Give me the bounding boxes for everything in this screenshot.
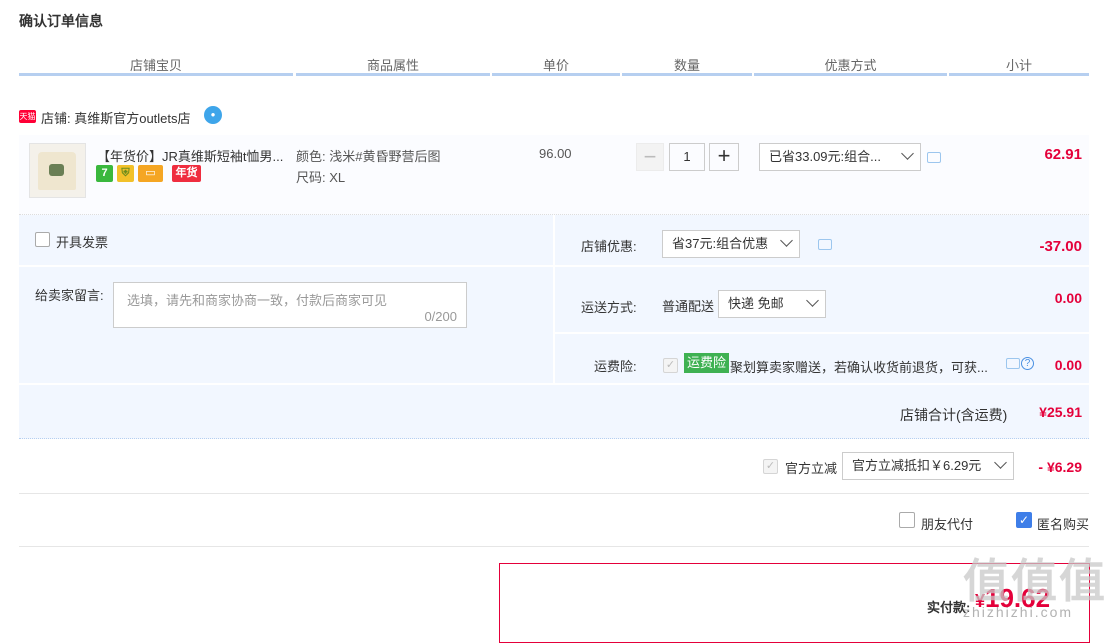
shop-name-link[interactable]: 店铺: 真维斯官方outlets店 <box>41 108 191 127</box>
shop-total-amount: ¥25.91 <box>1039 404 1082 420</box>
nianhuo-badge: 年货 <box>172 165 201 182</box>
panel-divider <box>19 265 553 267</box>
message-char-counter: 0/200 <box>424 309 457 324</box>
shipping-select[interactable]: 快递 免邮 <box>718 290 826 318</box>
tmall-logo-icon: 天猫 <box>19 110 36 123</box>
discount-info-icon[interactable] <box>927 152 941 163</box>
anonymous-label: 匿名购买 <box>1037 517 1090 532</box>
shipping-select-value: 快递 免邮 <box>728 296 784 311</box>
anonymous-checkbox[interactable]: ✓ <box>1016 512 1032 528</box>
item-discount-select[interactable]: 已省33.09元:组合... <box>759 143 921 171</box>
chevron-down-icon <box>901 147 914 160</box>
wangwang-chat-icon[interactable]: ● <box>204 106 222 124</box>
quantity-decrease-button[interactable]: − <box>636 143 664 171</box>
unit-price: 96.00 <box>539 146 572 161</box>
quantity-increase-button[interactable]: + <box>709 143 739 171</box>
shop-discount-label: 店铺优惠: <box>581 239 637 254</box>
page-title: 确认订单信息 <box>19 13 103 29</box>
quantity-input[interactable]: 1 <box>669 143 705 171</box>
column-header-shop-item: 店铺宝贝 <box>129 58 182 73</box>
freight-insurance-text: 聚划算卖家赠送，若确认收货前退货，可获... <box>730 360 988 375</box>
official-discount-value: 官方立减抵扣￥6.29元 <box>852 458 982 473</box>
friend-pay-checkbox[interactable] <box>899 512 915 528</box>
chevron-down-icon <box>806 294 819 307</box>
shipping-method: 普通配送 <box>662 299 715 314</box>
shop-discount-info-icon[interactable] <box>818 239 832 250</box>
column-header-subtotal: 小计 <box>1005 58 1032 73</box>
watermark-url: zhizhizhi.com <box>963 604 1074 620</box>
product-size-attr: 尺码: XL <box>296 170 346 185</box>
official-discount-label: 官方立减 <box>785 461 838 476</box>
shop-discount-select[interactable]: 省37元:组合优惠 <box>662 230 800 258</box>
column-header-attributes: 商品属性 <box>366 58 419 73</box>
friend-pay-label: 朋友代付 <box>921 517 974 532</box>
product-title-link[interactable]: 【年货价】JR真维斯短袖t恤男... <box>97 146 285 165</box>
item-subtotal: 62.91 <box>1044 146 1082 163</box>
section-separator <box>19 493 1089 494</box>
panel-divider <box>555 332 1089 334</box>
section-separator <box>19 546 1089 547</box>
header-underline <box>492 73 620 76</box>
shop-discount-amount: -37.00 <box>1039 238 1082 255</box>
chevron-down-icon <box>780 234 793 247</box>
guarantee-shield-icon[interactable]: ⛨ <box>117 165 134 182</box>
freight-insurance-badge: 运费险 <box>684 353 730 373</box>
seven-day-return-icon[interactable]: 7 <box>96 165 113 182</box>
shop-discount-value: 省37元:组合优惠 <box>672 236 769 251</box>
product-color-attr: 颜色: 浅米#黄昏野营后图 <box>296 149 441 164</box>
freight-insurance-amount: 0.00 <box>1054 357 1082 373</box>
freight-insurance-checkbox[interactable]: ✓ <box>663 358 678 373</box>
official-discount-select[interactable]: 官方立减抵扣￥6.29元 <box>842 452 1014 480</box>
message-placeholder: 选填，请先和商家协商一致，付款后商家可见 <box>127 293 388 308</box>
column-header-discount: 优惠方式 <box>824 58 877 73</box>
header-underline <box>19 73 293 76</box>
header-underline <box>296 73 490 76</box>
column-header-unit-price: 单价 <box>542 58 569 73</box>
seller-message-textarea[interactable]: 选填，请先和商家协商一致，付款后商家可见 0/200 <box>113 282 467 328</box>
official-discount-amount: - ¥6.29 <box>1038 459 1082 475</box>
shipping-amount: 0.00 <box>1054 290 1082 306</box>
header-underline <box>754 73 947 76</box>
credit-card-icon[interactable]: ▭ <box>138 165 163 182</box>
shop-total-label: 店铺合计(含运费) <box>900 407 1008 423</box>
help-icon[interactable]: ? <box>1021 357 1034 370</box>
header-underline <box>622 73 752 76</box>
product-thumbnail[interactable] <box>29 143 86 198</box>
column-header-quantity: 数量 <box>673 58 700 73</box>
freight-info-icon[interactable] <box>1006 358 1020 369</box>
service-badges: 7 ⛨ ▭ 年货 <box>96 165 205 182</box>
invoice-label: 开具发票 <box>56 235 109 250</box>
freight-insurance-label: 运费险: <box>594 359 637 374</box>
header-underline <box>949 73 1089 76</box>
item-discount-value: 已省33.09元:组合... <box>769 149 881 164</box>
panel-divider <box>553 215 555 383</box>
chevron-down-icon <box>994 456 1007 469</box>
tshirt-print <box>49 164 64 176</box>
message-label: 给卖家留言: <box>35 288 104 303</box>
panel-divider <box>555 265 1089 267</box>
watermark-logo: 值值值 <box>963 555 1107 607</box>
invoice-checkbox[interactable] <box>35 232 50 247</box>
official-discount-checkbox[interactable]: ✓ <box>763 459 778 474</box>
panel-divider <box>19 383 1089 385</box>
shipping-label: 运送方式: <box>581 300 637 315</box>
